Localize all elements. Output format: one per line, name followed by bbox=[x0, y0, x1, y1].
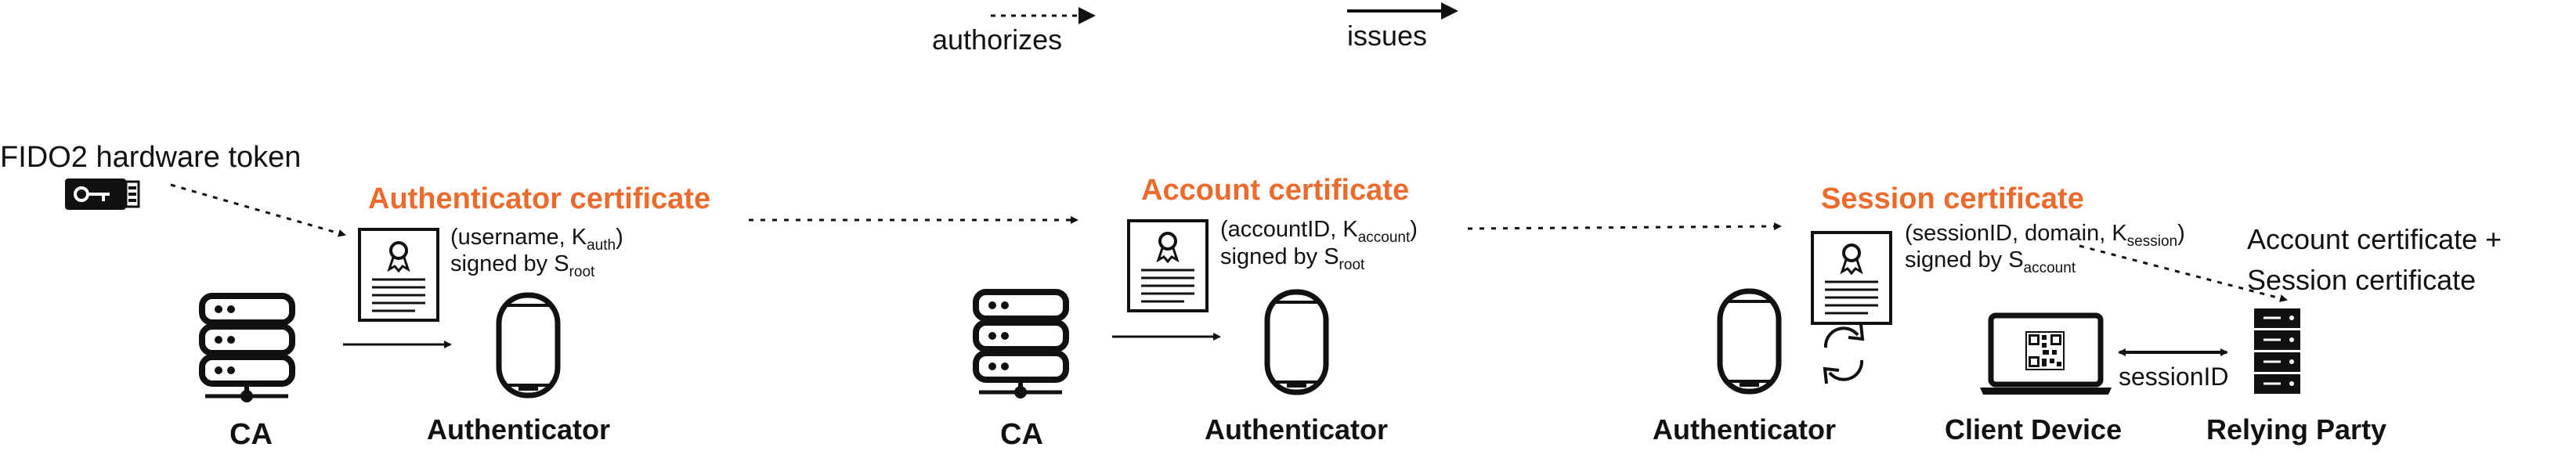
account-certificate-signature: signed by Sroot bbox=[1220, 244, 1365, 273]
session-certificate-signature: signed by Saccount bbox=[1905, 247, 2076, 276]
certificate-icon bbox=[1811, 231, 1892, 325]
authenticator-device-icon bbox=[1264, 289, 1329, 395]
legend-issues-label: issues bbox=[1347, 20, 1427, 52]
token-authorizes-arrow bbox=[170, 183, 346, 237]
qr-code-icon bbox=[2025, 331, 2065, 370]
client-device-label: Client Device bbox=[1945, 413, 2122, 445]
usb-key-icon bbox=[65, 179, 140, 210]
certificate-icon bbox=[358, 228, 439, 322]
diagram-canvas: authorizes issues FIDO2 hardware token A… bbox=[0, 2, 2502, 451]
relying-party-note-line2: Session certificate bbox=[2247, 264, 2476, 296]
relying-party-note-line1: Account certificate + bbox=[2247, 223, 2502, 255]
account-authorizes-session-arrow bbox=[1467, 222, 1782, 231]
session-certificate: Session certificate (sessionID, domain, … bbox=[1811, 182, 2185, 325]
ca-server-icon bbox=[973, 289, 1069, 398]
relying-party-label: Relying Party bbox=[2206, 413, 2386, 445]
authenticator-certificate-fields: (username, Kauth) bbox=[450, 225, 623, 254]
authenticator-certificate-signature: signed by Sroot bbox=[450, 251, 595, 280]
authenticator-device-icon bbox=[1717, 288, 1782, 395]
hardware-token: FIDO2 hardware token bbox=[0, 141, 301, 210]
relying-party-server-rack-icon bbox=[2254, 308, 2300, 394]
ca-server-icon bbox=[199, 293, 295, 402]
ca-2-label: CA bbox=[1000, 418, 1043, 451]
session-certificate-title: Session certificate bbox=[1821, 182, 2084, 215]
authenticator-2-label: Authenticator bbox=[1205, 413, 1388, 445]
session-certificate-fields: (sessionID, domain, Ksession) bbox=[1905, 221, 2185, 250]
certificate-icon bbox=[1127, 219, 1209, 312]
session-id-label: sessionID bbox=[2119, 362, 2229, 391]
refresh-cycle-icon bbox=[1823, 323, 1865, 384]
authenticator-3-label: Authenticator bbox=[1653, 413, 1836, 445]
hardware-token-label: FIDO2 hardware token bbox=[0, 141, 301, 174]
legend: authorizes issues bbox=[932, 2, 1458, 56]
authenticator-certificate-title: Authenticator certificate bbox=[368, 182, 710, 215]
account-certificate-title: Account certificate bbox=[1141, 174, 1409, 207]
authenticator-1-label: Authenticator bbox=[427, 413, 610, 445]
account-certificate-fields: (accountID, Kaccount) bbox=[1220, 217, 1418, 246]
laptop-icon bbox=[1980, 312, 2112, 395]
account-certificate: Account certificate (accountID, Kaccount… bbox=[1127, 174, 1418, 312]
legend-authorizes-label: authorizes bbox=[932, 23, 1062, 56]
authenticator-device-icon bbox=[496, 292, 561, 398]
ca-1-label: CA bbox=[229, 418, 273, 451]
